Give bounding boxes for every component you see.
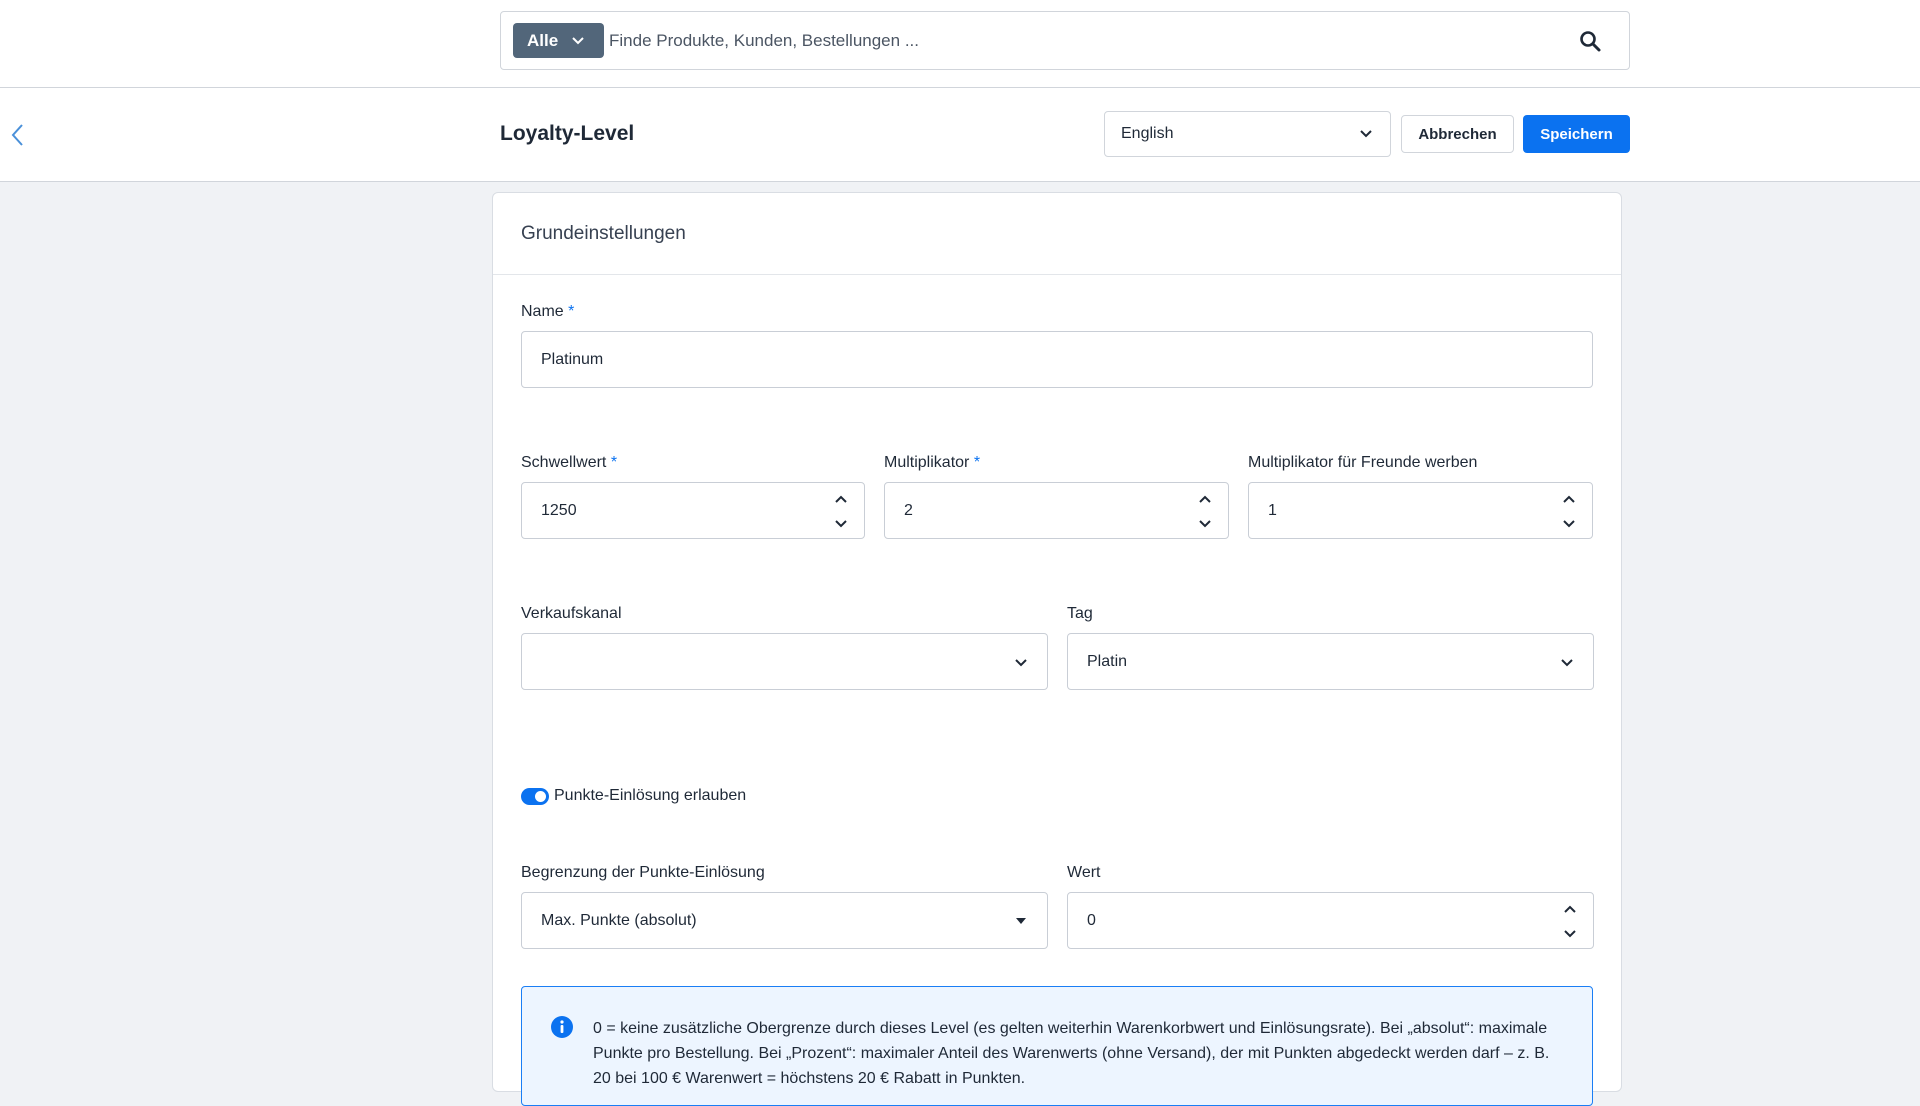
multiplier-stepper [1194,489,1216,534]
threshold-field[interactable] [521,482,865,539]
name-label: Name * [521,303,575,320]
multiplier-label: Multiplikator * [884,454,981,471]
threshold-stepper [830,489,852,534]
sales-channel-label: Verkaufskanal [521,605,622,622]
chevron-down-icon[interactable] [1558,514,1580,534]
search-input[interactable] [609,20,1559,61]
chevron-down-icon[interactable] [1559,924,1581,944]
info-text: 0 = keine zusätzliche Obergrenze durch d… [593,1020,1550,1087]
name-field[interactable] [521,331,1593,388]
value-label: Wert [1067,864,1101,881]
tag-label: Tag [1067,605,1093,622]
chevron-up-icon[interactable] [1559,899,1581,919]
chevron-up-icon[interactable] [1558,489,1580,509]
threshold-label: Schwellwert * [521,454,618,471]
value-field[interactable] [1067,892,1594,949]
referral-multiplier-input[interactable] [1268,483,1592,538]
chevron-down-icon [1561,659,1573,667]
chevron-down-icon[interactable] [1194,514,1216,534]
redemption-toggle[interactable] [521,787,549,805]
chevron-up-icon[interactable] [1194,489,1216,509]
referral-multiplier-stepper [1558,489,1580,534]
chevron-down-icon [572,36,584,44]
basic-settings-card: Grundeinstellungen Name * Schwellwert * … [492,192,1622,1106]
top-bar: Alle [0,0,1920,88]
info-alert: 0 = keine zusätzliche Obergrenze durch d… [521,986,1593,1106]
threshold-input[interactable] [541,483,864,538]
redemption-limit-label: Begrenzung der Punkte-Einlösung [521,864,765,881]
tag-select[interactable]: Platin [1067,633,1594,690]
save-button[interactable]: Speichern [1523,115,1630,153]
card-title: Grundeinstellungen [493,193,1621,275]
chevron-down-icon[interactable] [830,514,852,534]
search-scope-dropdown[interactable]: Alle [513,23,604,58]
referral-multiplier-field[interactable] [1248,482,1593,539]
global-search: Alle [500,11,1630,70]
referral-multiplier-label: Multiplikator für Freunde werben [1248,454,1478,471]
search-scope-label: Alle [527,30,559,50]
chevron-down-icon [1360,130,1372,138]
value-stepper [1559,899,1581,944]
chevron-down-icon [1016,918,1026,924]
cancel-button[interactable]: Abbrechen [1401,115,1514,153]
page-title: Loyalty-Level [500,122,635,145]
redemption-limit-select[interactable]: Max. Punkte (absolut) [521,892,1048,949]
sales-channel-select[interactable] [521,633,1048,690]
search-icon[interactable] [1578,29,1602,53]
redemption-toggle-row: Punkte-Einlösung erlauben [521,787,746,805]
chevron-left-icon[interactable] [8,122,26,148]
redemption-limit-value: Max. Punkte (absolut) [541,911,697,929]
language-select[interactable]: English [1104,111,1391,157]
redemption-toggle-label: Punkte-Einlösung erlauben [554,787,747,804]
chevron-down-icon [1015,659,1027,667]
chevron-up-icon[interactable] [830,489,852,509]
value-input[interactable] [1087,893,1593,948]
page-header: Loyalty-Level English Abbrechen Speicher… [0,88,1920,182]
language-select-value: English [1121,125,1174,142]
multiplier-input[interactable] [904,483,1228,538]
info-icon [551,1016,573,1038]
multiplier-field[interactable] [884,482,1229,539]
tag-value: Platin [1087,652,1128,670]
name-input[interactable] [541,332,1592,387]
